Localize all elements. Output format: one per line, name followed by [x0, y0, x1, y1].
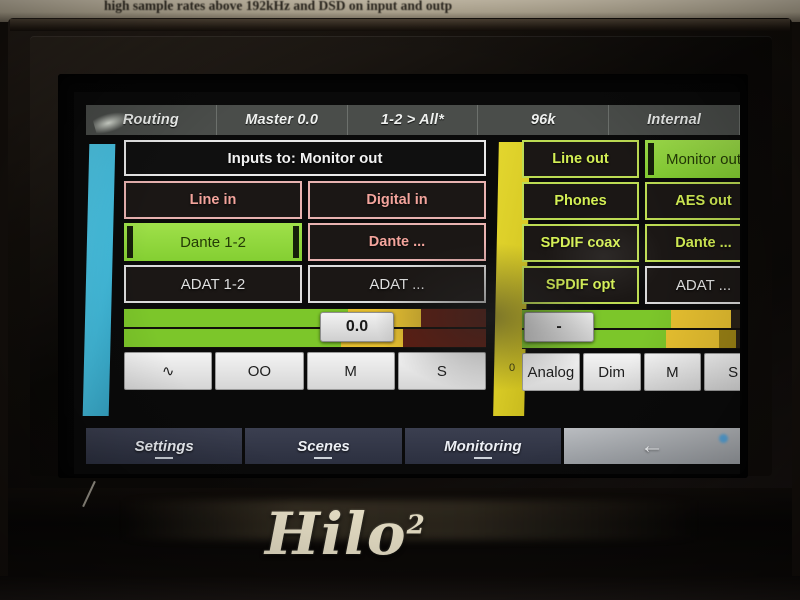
input-meter-channel-left	[124, 309, 486, 327]
output-bus-strip-label: 0	[508, 362, 516, 374]
output-solo-button[interactable]: S	[704, 353, 740, 391]
status-master-level[interactable]: Master 0.0	[217, 105, 348, 135]
nav-monitoring[interactable]: Monitoring	[404, 428, 561, 464]
nav-scenes-label: Scenes	[297, 437, 350, 455]
status-bar: Routing Master 0.0 1-2 > All* 96k Intern…	[86, 105, 740, 136]
input-bus-strip[interactable]	[82, 144, 116, 416]
output-analog-button[interactable]: Analog	[522, 353, 580, 391]
output-button-adat-more[interactable]: ADAT ...	[645, 266, 740, 304]
outputs-panel: Line out Monitor out Phones AES out SPDI…	[522, 140, 740, 420]
output-level-meter[interactable]: -	[522, 309, 740, 349]
product-photo: high sample rates above 192kHz and DSD o…	[0, 0, 800, 600]
output-mute-button[interactable]: M	[643, 353, 702, 391]
nav-settings-indicator	[155, 457, 174, 459]
sine-wave-icon[interactable]: ∿	[124, 352, 213, 390]
led-indicator	[718, 434, 728, 443]
brand-logo-text: Hilo	[265, 500, 407, 568]
surface-below-device	[0, 576, 800, 600]
output-button-monitor-out[interactable]: Monitor out	[645, 140, 740, 178]
input-button-dante-more[interactable]: Dante ...	[308, 223, 486, 261]
inputs-panel: Inputs to: Monitor out Line in Digital i…	[124, 140, 486, 420]
nav-monitoring-label: Monitoring	[444, 437, 522, 455]
brand-logo-superscript: 2	[406, 510, 426, 541]
input-mute-button[interactable]: M	[306, 352, 395, 390]
bottom-nav-bar: Settings Scenes Monitoring ←	[86, 428, 740, 464]
input-meter-channel-right	[124, 329, 486, 347]
output-function-row: Analog Dim M S	[522, 353, 740, 391]
nav-scenes-indicator	[314, 457, 333, 459]
input-source-grid: Line in Digital in Dante 1-2 Dante ... A…	[124, 181, 486, 303]
link-channels-icon[interactable]: OO	[215, 352, 304, 390]
nav-settings[interactable]: Settings	[86, 428, 243, 464]
input-button-digital-in[interactable]: Digital in	[308, 181, 486, 219]
back-arrow-icon: ←	[639, 432, 664, 459]
input-function-row: ∿ OO M S	[124, 352, 486, 390]
status-routing-pair[interactable]: 1-2 > All*	[348, 105, 479, 135]
output-button-dante-more[interactable]: Dante ...	[645, 224, 740, 262]
output-dim-button[interactable]: Dim	[582, 353, 641, 391]
nav-back[interactable]: ←	[563, 428, 740, 464]
input-button-adat-more[interactable]: ADAT ...	[308, 265, 486, 303]
input-solo-button[interactable]: S	[397, 352, 486, 390]
output-button-phones[interactable]: Phones	[522, 182, 639, 220]
output-button-spdif-coax[interactable]: SPDIF coax	[522, 224, 639, 262]
nav-monitoring-indicator	[473, 457, 492, 459]
input-level-meter[interactable]: 0.0	[124, 308, 486, 348]
brand-logo: Hilo2	[265, 500, 585, 570]
status-sample-rate[interactable]: 96k	[478, 105, 610, 135]
output-destination-grid: Line out Monitor out Phones AES out SPDI…	[522, 140, 740, 304]
background-paper-text: high sample rates above 192kHz and DSD o…	[104, 0, 453, 13]
status-clock-source[interactable]: Internal	[609, 105, 740, 135]
status-page-button[interactable]: Routing	[86, 105, 217, 135]
output-button-spdif-opt[interactable]: SPDIF opt	[522, 266, 639, 304]
input-button-dante-1-2[interactable]: Dante 1-2	[124, 223, 302, 261]
output-button-line-out[interactable]: Line out	[522, 140, 639, 178]
output-gain-value[interactable]: -	[524, 312, 594, 342]
input-button-adat-1-2[interactable]: ADAT 1-2	[124, 265, 302, 303]
input-gain-value[interactable]: 0.0	[320, 312, 394, 342]
inputs-panel-header: Inputs to: Monitor out	[124, 140, 486, 176]
touchscreen[interactable]: Routing Master 0.0 1-2 > All* 96k Intern…	[74, 92, 740, 474]
nav-settings-label: Settings	[134, 437, 194, 455]
input-button-line-in[interactable]: Line in	[124, 181, 302, 219]
device-top-edge	[10, 19, 790, 31]
output-button-aes-out[interactable]: AES out	[645, 182, 740, 220]
nav-scenes[interactable]: Scenes	[245, 428, 402, 464]
